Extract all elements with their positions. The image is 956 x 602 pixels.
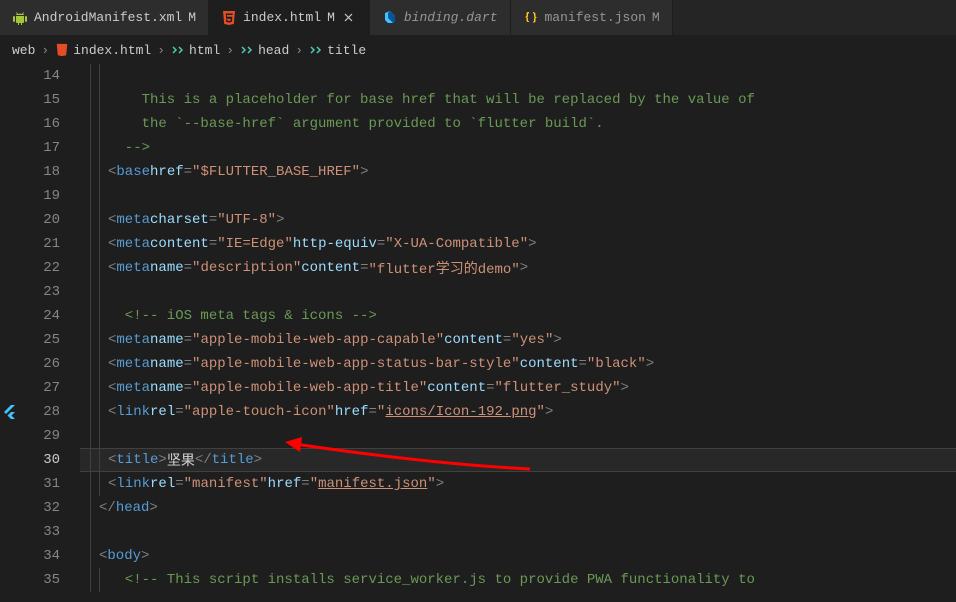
code-comment: This is a placeholder for base href that… xyxy=(108,92,755,108)
breadcrumb-label: head xyxy=(258,43,289,58)
breadcrumb-item[interactable]: html xyxy=(171,43,220,58)
line-number: 34 xyxy=(0,544,80,568)
line-number: 35 xyxy=(0,568,80,592)
line-number: 24 xyxy=(0,304,80,328)
line-number: 26 xyxy=(0,352,80,376)
line-number: 33 xyxy=(0,520,80,544)
line-number: 21 xyxy=(0,232,80,256)
tab-label: AndroidManifest.xml xyxy=(34,10,182,25)
line-number: 22 xyxy=(0,256,80,280)
code-editor[interactable]: 14 15 16 17 18 19 20 21 22 23 24 25 26 2… xyxy=(0,64,956,602)
html-icon xyxy=(55,43,69,57)
breadcrumb-item[interactable]: head xyxy=(240,43,289,58)
tab-label: index.html xyxy=(243,10,321,25)
title-text: 坚果 xyxy=(167,450,195,470)
breadcrumb-label: title xyxy=(327,43,366,58)
line-number: 32 xyxy=(0,496,80,520)
symbol-icon xyxy=(171,43,185,57)
tab-label: manifest.json xyxy=(545,10,646,25)
flutter-icon xyxy=(2,404,18,420)
breadcrumb-label: html xyxy=(189,43,220,58)
line-number: 20 xyxy=(0,208,80,232)
code-comment: <!-- iOS meta tags & icons --> xyxy=(108,308,377,324)
chevron-right-icon: › xyxy=(295,43,303,58)
line-number: 16 xyxy=(0,112,80,136)
android-icon xyxy=(12,10,28,26)
line-number: 19 xyxy=(0,184,80,208)
tab-binding-dart[interactable]: binding.dart xyxy=(370,0,511,35)
line-number: 29 xyxy=(0,424,80,448)
line-number: 28 xyxy=(0,400,80,424)
tab-modified-indicator: M xyxy=(188,10,196,25)
line-number: 18 xyxy=(0,160,80,184)
tab-label: binding.dart xyxy=(404,10,498,25)
line-number: 31 xyxy=(0,472,80,496)
breadcrumb-item[interactable]: index.html xyxy=(55,43,151,58)
line-number: 30 xyxy=(0,448,80,472)
symbol-icon xyxy=(309,43,323,57)
editor-tabs: AndroidManifest.xml M index.html M bindi… xyxy=(0,0,956,36)
breadcrumb-label: web xyxy=(12,43,35,58)
code-comment: <!-- This script installs service_worker… xyxy=(108,572,755,588)
code-comment: the `--base-href` argument provided to `… xyxy=(108,116,604,132)
line-number: 15 xyxy=(0,88,80,112)
chevron-right-icon: › xyxy=(41,43,49,58)
line-number: 17 xyxy=(0,136,80,160)
chevron-right-icon: › xyxy=(157,43,165,58)
line-number: 27 xyxy=(0,376,80,400)
tab-modified-indicator: M xyxy=(652,10,660,25)
tab-modified-indicator: M xyxy=(327,10,335,25)
tab-index-html[interactable]: index.html M xyxy=(209,0,370,35)
dart-icon xyxy=(382,10,398,26)
breadcrumb: web › index.html › html › head › title xyxy=(0,36,956,64)
html-icon xyxy=(221,10,237,26)
chevron-right-icon: › xyxy=(226,43,234,58)
line-number: 23 xyxy=(0,280,80,304)
line-number: 25 xyxy=(0,328,80,352)
line-number: 14 xyxy=(0,64,80,88)
json-icon xyxy=(523,10,539,26)
tab-manifest-json[interactable]: manifest.json M xyxy=(511,0,673,35)
line-number-gutter: 14 15 16 17 18 19 20 21 22 23 24 25 26 2… xyxy=(0,64,80,602)
close-icon[interactable] xyxy=(341,10,357,26)
breadcrumb-item[interactable]: web xyxy=(12,43,35,58)
code-comment: --> xyxy=(108,140,150,156)
tab-android-manifest[interactable]: AndroidManifest.xml M xyxy=(0,0,209,35)
symbol-icon xyxy=(240,43,254,57)
breadcrumb-label: index.html xyxy=(73,43,151,58)
breadcrumb-item[interactable]: title xyxy=(309,43,366,58)
code-content[interactable]: This is a placeholder for base href that… xyxy=(80,64,956,602)
